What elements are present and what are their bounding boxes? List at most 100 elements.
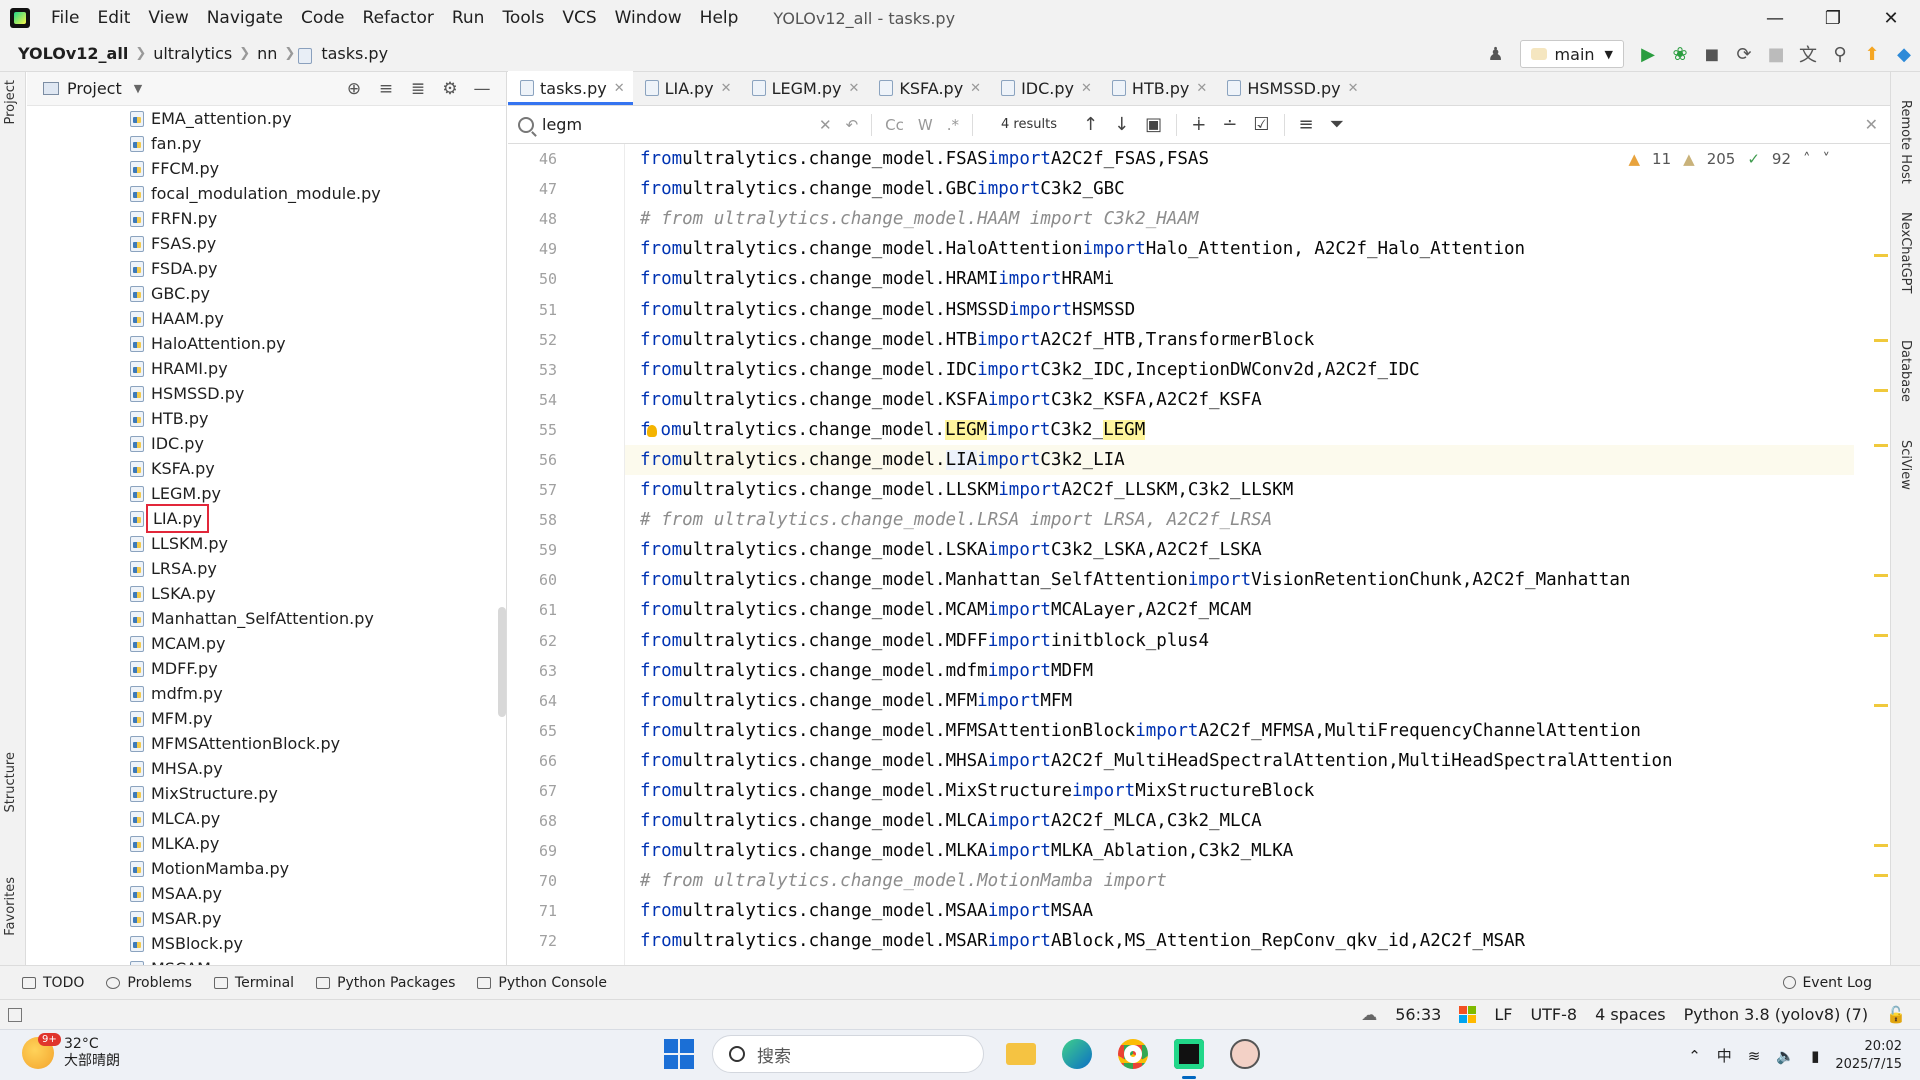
tree-file-item[interactable]: HSMSSD.py xyxy=(27,381,497,406)
code-line[interactable]: from ultralytics.change_model. Manhattan_… xyxy=(625,565,1854,595)
close-tab-icon[interactable]: ✕ xyxy=(849,81,860,96)
database-tool-button[interactable]: Database xyxy=(1898,340,1913,402)
code-line[interactable]: from ultralytics.change_model. MixStructu… xyxy=(625,776,1854,806)
coverage-icon[interactable]: ◼ xyxy=(1696,40,1728,68)
structure-tool-button[interactable]: Structure xyxy=(3,752,18,812)
error-stripe[interactable] xyxy=(1858,144,1890,965)
menu-code[interactable]: Code xyxy=(292,8,354,28)
menu-file[interactable]: File xyxy=(42,8,88,28)
tree-file-item[interactable]: MFM.py xyxy=(27,706,497,731)
close-icon[interactable]: ✕ xyxy=(1862,0,1920,36)
tree-file-item[interactable]: KSFA.py xyxy=(27,456,497,481)
select-all-occurrences-icon[interactable]: ☑ xyxy=(1245,114,1277,135)
code-content[interactable]: from ultralytics.change_model. FSAS impor… xyxy=(624,144,1854,965)
breadcrumb-file[interactable]: tasks.py xyxy=(317,44,392,63)
tree-file-item[interactable]: MSAA.py xyxy=(27,881,497,906)
code-line[interactable]: from ultralytics.change_model. MHSA impor… xyxy=(625,746,1854,776)
minimize-icon[interactable]: — xyxy=(1746,0,1804,36)
tree-file-item[interactable]: FRFN.py xyxy=(27,206,497,231)
tree-file-item[interactable]: GBC.py xyxy=(27,281,497,306)
tree-file-item[interactable]: FSDA.py xyxy=(27,256,497,281)
problems-tool-button[interactable]: Problems xyxy=(106,975,192,991)
code-line[interactable]: # from ultralytics.change_model.MotionMa… xyxy=(625,866,1854,896)
menu-run[interactable]: Run xyxy=(443,8,494,28)
favorites-tool-button[interactable]: Favorites xyxy=(3,877,18,936)
locate-icon[interactable]: ⊕ xyxy=(338,79,370,99)
code-line[interactable]: from ultralytics.change_model. MSAR impor… xyxy=(625,926,1854,956)
breadcrumb-project[interactable]: YOLOv12_all xyxy=(14,44,132,63)
line-separator[interactable]: LF xyxy=(1494,1005,1512,1024)
code-line[interactable]: from ultralytics.change_model. MDFF impor… xyxy=(625,626,1854,656)
remove-occurrence-icon[interactable]: ∸ xyxy=(1214,114,1245,135)
search-icon[interactable] xyxy=(518,116,534,133)
terminal-tool-button[interactable]: Terminal xyxy=(213,975,294,991)
git-sync-icon[interactable]: ☁ xyxy=(1361,1005,1377,1024)
close-tab-icon[interactable]: ✕ xyxy=(1196,81,1207,96)
tree-file-item[interactable]: MFMSAttentionBlock.py xyxy=(27,731,497,756)
battery-icon[interactable]: ▮ xyxy=(1811,1047,1819,1065)
tree-file-item[interactable]: fan.py xyxy=(27,131,497,156)
code-line[interactable]: from ultralytics.change_model. GBC import… xyxy=(625,174,1854,204)
previous-occurrence-icon[interactable]: ↑ xyxy=(1075,114,1106,135)
tree-scrollbar[interactable] xyxy=(498,607,506,717)
close-tab-icon[interactable]: ✕ xyxy=(614,81,625,96)
sciview-tool-button[interactable]: SciView xyxy=(1898,440,1913,490)
breadcrumb-ultralytics[interactable]: ultralytics xyxy=(149,44,236,63)
tree-file-item[interactable]: EMA_attention.py xyxy=(27,106,497,131)
next-occurrence-icon[interactable]: ↓ xyxy=(1106,114,1137,135)
tree-file-item[interactable]: MDFF.py xyxy=(27,656,497,681)
editor-tab[interactable]: KSFA.py ✕ xyxy=(867,71,989,105)
lock-icon[interactable]: 🔓 xyxy=(1886,1005,1906,1024)
inspection-widget[interactable]: ▲ 11 ▲ 205 ✓ 92 ˄ ˅ xyxy=(1629,150,1831,168)
close-find-icon[interactable]: ✕ xyxy=(1865,115,1878,134)
close-tab-icon[interactable]: ✕ xyxy=(1081,81,1092,96)
tree-file-item[interactable]: MotionMamba.py xyxy=(27,856,497,881)
close-tab-icon[interactable]: ✕ xyxy=(970,81,981,96)
weather-widget[interactable]: 9+ 32°C 大部晴朗 xyxy=(22,1033,120,1070)
add-occurrence-icon[interactable]: ∔ xyxy=(1183,114,1214,135)
code-line[interactable]: from ultralytics.change_model. MFM import… xyxy=(625,686,1854,716)
editor-tab[interactable]: tasks.py ✕ xyxy=(508,71,633,105)
project-tool-button[interactable]: Project xyxy=(3,80,18,124)
tree-file-item[interactable]: focal_modulation_module.py xyxy=(27,181,497,206)
nexchatgpt-tool-button[interactable]: NexChatGPT xyxy=(1898,212,1913,293)
editor-tab[interactable]: IDC.py ✕ xyxy=(989,71,1100,105)
code-line[interactable]: # from ultralytics.change_model.HAAM imp… xyxy=(625,204,1854,234)
chrome-icon[interactable] xyxy=(1114,1035,1152,1073)
tree-file-item[interactable]: Manhattan_SelfAttention.py xyxy=(27,606,497,631)
tree-file-item[interactable]: HaloAttention.py xyxy=(27,331,497,356)
filter-icon[interactable]: ⏷ xyxy=(1322,114,1352,135)
regex-icon[interactable]: .* xyxy=(940,116,966,134)
menu-navigate[interactable]: Navigate xyxy=(198,8,292,28)
code-line[interactable]: from ultralytics.change_model. KSFA impor… xyxy=(625,385,1854,415)
close-tab-icon[interactable]: ✕ xyxy=(721,81,732,96)
open-in-window-icon[interactable]: ▣ xyxy=(1137,114,1170,135)
menu-tools[interactable]: Tools xyxy=(493,8,553,28)
volume-icon[interactable]: 🔈 xyxy=(1776,1047,1795,1065)
tree-file-item[interactable]: MixStructure.py xyxy=(27,781,497,806)
code-line[interactable]: from ultralytics.change_model. LIA import… xyxy=(625,444,1854,476)
pycharm-taskbar-icon[interactable] xyxy=(1170,1035,1208,1079)
gear-icon[interactable]: ⚙ xyxy=(434,79,466,99)
cursor-position[interactable]: 56:33 xyxy=(1395,1005,1441,1024)
menu-refactor[interactable]: Refactor xyxy=(354,8,443,28)
profile-icon[interactable]: ⟳ xyxy=(1728,40,1760,68)
editor-tab[interactable]: HTB.py ✕ xyxy=(1100,71,1215,105)
user-icon[interactable]: ♟ xyxy=(1480,40,1512,68)
tree-file-item[interactable]: FSAS.py xyxy=(27,231,497,256)
stripe-marker[interactable] xyxy=(1874,574,1888,577)
code-line[interactable]: from ultralytics.change_model. MSAA impor… xyxy=(625,896,1854,926)
next-problem-icon[interactable]: ˅ xyxy=(1823,150,1831,168)
tree-file-item[interactable]: mdfm.py xyxy=(27,681,497,706)
stripe-marker[interactable] xyxy=(1874,634,1888,637)
stripe-marker[interactable] xyxy=(1874,844,1888,847)
code-line[interactable]: from ultralytics.change_model. HSMSSD imp… xyxy=(625,294,1854,324)
menu-window[interactable]: Window xyxy=(606,8,691,28)
python-packages-tool-button[interactable]: Python Packages xyxy=(316,975,455,991)
stripe-marker[interactable] xyxy=(1874,389,1888,392)
todo-tool-button[interactable]: TODO xyxy=(22,975,84,991)
tree-file-item[interactable]: HRAMI.py xyxy=(27,356,497,381)
stripe-marker[interactable] xyxy=(1874,704,1888,707)
tree-file-item[interactable]: LEGM.py xyxy=(27,481,497,506)
tree-file-item[interactable]: MLCA.py xyxy=(27,806,497,831)
